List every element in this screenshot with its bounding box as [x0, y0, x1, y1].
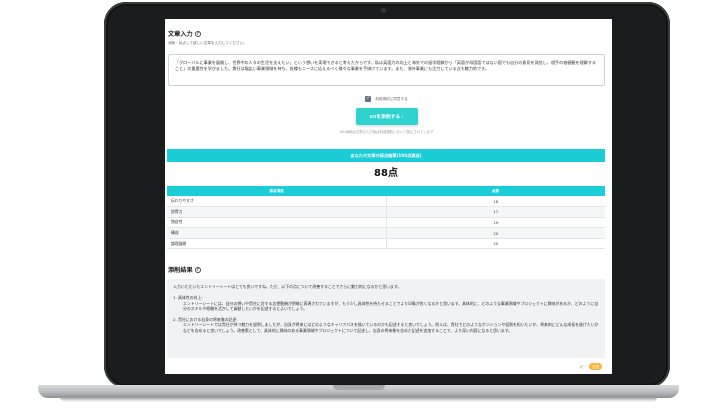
table-row: 論理展開 20 [167, 238, 605, 250]
feedback-intro: 入力いただいたエントリーシートはとても良いですね。ただ、以下の点について改善する… [173, 284, 402, 290]
submit-label: ESを添削する [369, 115, 401, 120]
laptop-screen: 文章入力 ? 添削・採点して欲しい文章を入力してください。 「グローバルに事業を… [165, 19, 612, 374]
input-title-text: 文章入力 [168, 31, 193, 38]
score-cell: 20 [386, 238, 605, 250]
criterion-cell: 論理展開 [167, 238, 387, 250]
table-row: 構成 20 [167, 227, 605, 239]
score-cell: 20 [386, 227, 605, 239]
criterion-cell: 構成 [167, 227, 387, 239]
laptop-mockup: 文章入力 ? 添削・採点して欲しい文章を入力してください。 「グローバルに事業を… [0, 0, 717, 420]
help-icon[interactable]: ? [194, 30, 201, 37]
table-row: 伝わりやすさ 18 [167, 196, 605, 208]
feedback-actions: ｺﾋﾟｰ 送信 [165, 363, 602, 371]
score-table: 採点項目 点数 伝わりやすさ 18 説得力 17 独自性 19 構成 20 論理… [167, 186, 605, 250]
feedback-box: 入力いただいたエントリーシートはとても良いですね。ただ、以下の点について改善する… [167, 279, 605, 359]
input-subtitle: 添削・採点して欲しい文章を入力してください。 [168, 41, 247, 45]
input-section-title: 文章入力 ? [168, 29, 608, 38]
terms-row: ✓ 利用規約に同意する [165, 96, 608, 102]
camera-icon [381, 8, 386, 13]
terms-label: 利用規約に同意する [375, 96, 408, 101]
column-header-criterion: 採点項目 [167, 186, 386, 196]
copy-link[interactable]: ｺﾋﾟｰ [579, 364, 586, 369]
column-header-score: 点数 [386, 186, 605, 196]
feedback-point-text: エントリーシートでは貴社が持つ魅力を説明しましたが、自身が将来にはどのようなキャ… [183, 322, 599, 334]
score-table-header: 採点項目 点数 [167, 186, 605, 196]
score-cell: 17 [386, 206, 605, 218]
criterion-cell: 独自性 [167, 217, 387, 229]
laptop-shadow [60, 397, 657, 402]
criterion-cell: 説得力 [167, 206, 387, 218]
feedback-point-text: エントリーシートには、自分の想いや貴社に対する志望動機が明確に表現されていますが… [183, 300, 599, 312]
feedback-point-2: 2. 貴社における自身の将来像の記述: エントリーシートでは貴社が持つ魅力を説明… [173, 317, 599, 334]
feedback-section-title: 添削結果 ? [168, 265, 608, 274]
score-cell: 19 [386, 217, 605, 229]
table-row: 説得力 17 [167, 206, 605, 218]
result-panel: あなたの文章の採点結果(100点満点) 88点 採点項目 点数 伝わりやすさ 1… [167, 149, 605, 250]
criterion-cell: 伝わりやすさ [167, 196, 387, 208]
submit-note: ※AI添削は文章の入力後は利用規約において禁止されています [339, 130, 434, 134]
send-button[interactable]: 送信 [589, 363, 602, 371]
total-score: 88点 [374, 168, 398, 179]
result-header: あなたの文章の採点結果(100点満点) [167, 149, 605, 162]
terms-checkbox[interactable]: ✓ [365, 96, 372, 102]
feedback-title-text: 添削結果 [168, 267, 193, 275]
submit-button[interactable]: ESを添削する › [355, 108, 418, 125]
chevron-right-icon: › [401, 115, 404, 120]
page-content: 文章入力 ? 添削・採点して欲しい文章を入力してください。 「グローバルに事業を… [165, 19, 608, 371]
table-row: 独自性 19 [167, 217, 605, 229]
score-cell: 18 [386, 196, 605, 208]
laptop-notch [333, 385, 385, 390]
essay-textarea[interactable]: 「グローバルに事業を展開し、世界中の人々の生活を支えたい」という想いを実現できる… [168, 54, 605, 86]
help-icon[interactable]: ? [194, 266, 201, 273]
feedback-point-1: 1. 具体性の向上: エントリーシートには、自分の想いや貴社に対する志望動機が明… [173, 295, 599, 312]
